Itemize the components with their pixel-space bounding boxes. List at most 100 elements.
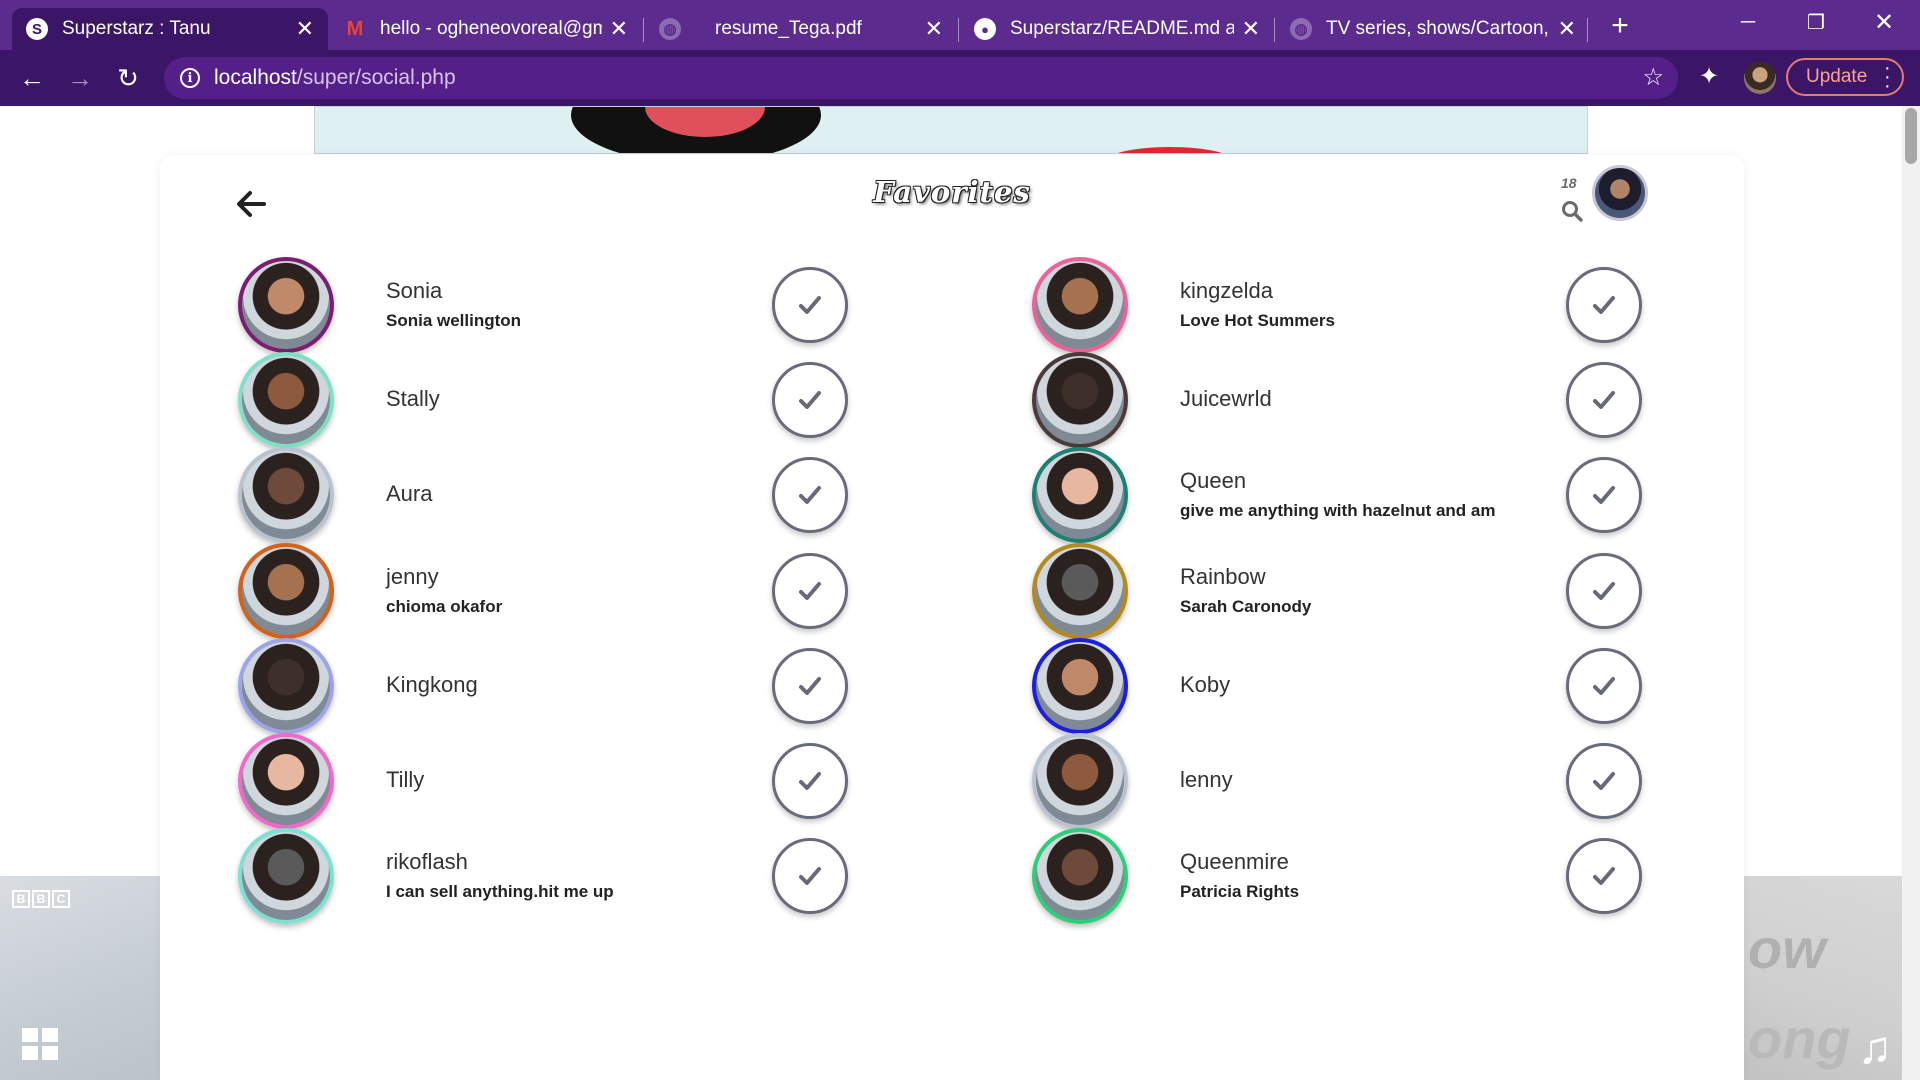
address-host: localhost <box>214 66 297 89</box>
tab-title: Superstarz : Tanu <box>62 18 211 39</box>
favorite-username[interactable]: Stally <box>386 386 440 412</box>
profile-avatar[interactable] <box>1032 257 1128 353</box>
favorite-names: rikoflash I can sell anything.hit me up <box>386 827 614 923</box>
favorite-toggle-button[interactable] <box>772 267 848 343</box>
profile-avatar[interactable] <box>1032 447 1128 543</box>
favorite-username[interactable]: jenny <box>386 564 502 590</box>
search-icon[interactable] <box>1560 199 1584 223</box>
checkmark-icon <box>1593 582 1615 600</box>
tab-gmail[interactable]: M hello - ogheneovoreal@gmail.com ✕ <box>330 8 642 50</box>
close-tab-icon[interactable]: ✕ <box>610 16 628 42</box>
tab-tv-series[interactable]: ◍ TV series, shows/Cartoon, Anime ✕ <box>1276 8 1590 50</box>
favorite-toggle-button[interactable] <box>772 838 848 914</box>
favorites-count: 18 <box>1561 175 1577 191</box>
profile-avatar[interactable] <box>1744 62 1776 94</box>
restore-button[interactable]: ❐ <box>1782 0 1850 44</box>
checkmark-icon <box>1593 677 1615 695</box>
new-tab-button[interactable]: + <box>1602 8 1638 44</box>
reload-button[interactable]: ↻ <box>110 60 146 96</box>
favorite-username[interactable]: Kingkong <box>386 672 478 698</box>
favorite-username[interactable]: Tilly <box>386 767 424 793</box>
favorite-toggle-button[interactable] <box>772 648 848 724</box>
tab-title: Superstarz/README.md at main <box>1010 18 1234 39</box>
update-label: Update <box>1806 66 1868 87</box>
tab-resume[interactable]: ◍ resume_Tega.pdf ✕ <box>645 8 957 50</box>
profile-avatar[interactable] <box>1032 733 1128 829</box>
minimize-button[interactable]: ─ <box>1714 0 1782 44</box>
profile-avatar[interactable] <box>1032 543 1128 639</box>
profile-avatar[interactable] <box>1032 638 1128 734</box>
favorite-toggle-button[interactable] <box>772 457 848 533</box>
favorite-toggle-button[interactable] <box>772 553 848 629</box>
tab-strip: S Superstarz : Tanu ✕ M hello - ogheneov… <box>0 0 1920 50</box>
checkmark-icon <box>799 486 821 504</box>
favorite-toggle-button[interactable] <box>1566 457 1642 533</box>
favorite-toggle-button[interactable] <box>1566 553 1642 629</box>
favorite-bio: give me anything with hazelnut and am <box>1180 500 1496 520</box>
globe-icon: ◍ <box>659 18 681 40</box>
browser-toolbar: ← → ↻ i localhost/super/social.php ☆ ✦ U… <box>0 50 1920 106</box>
close-tab-icon[interactable]: ✕ <box>1558 16 1576 42</box>
windows-grid-icon[interactable] <box>22 1028 58 1060</box>
favorite-username[interactable]: kingzelda <box>1180 278 1335 304</box>
favorite-names: Queen give me anything with hazelnut and … <box>1180 446 1496 542</box>
favorite-username[interactable]: Koby <box>1180 672 1230 698</box>
profile-avatar[interactable] <box>238 257 334 353</box>
page-scrollbar[interactable] <box>1902 106 1920 1080</box>
favorite-username[interactable]: Aura <box>386 481 432 507</box>
music-note-icon[interactable]: ♫ <box>1858 1020 1893 1074</box>
favorite-toggle-button[interactable] <box>772 743 848 819</box>
profile-avatar[interactable] <box>238 828 334 924</box>
tab-superstarz[interactable]: S Superstarz : Tanu ✕ <box>12 8 328 50</box>
favorite-username[interactable]: Juicewrld <box>1180 386 1272 412</box>
favorite-row: Juicewrld <box>954 351 1642 448</box>
scrollbar-thumb[interactable] <box>1905 108 1917 164</box>
favorite-username[interactable]: Rainbow <box>1180 564 1311 590</box>
favorite-row: lenny <box>954 732 1642 829</box>
favorite-username[interactable]: Queen <box>1180 468 1496 494</box>
profile-avatar[interactable] <box>238 638 334 734</box>
checkmark-icon <box>1593 486 1615 504</box>
extensions-puzzle-icon[interactable]: ✦ <box>1694 61 1724 91</box>
favorite-toggle-button[interactable] <box>1566 648 1642 724</box>
profile-avatar[interactable] <box>1032 352 1128 448</box>
tab-title: hello - ogheneovoreal@gmail.com <box>380 18 602 39</box>
favorite-bio: I can sell anything.hit me up <box>386 881 614 901</box>
bookmark-star-icon[interactable]: ☆ <box>1642 63 1664 92</box>
tab-title: resume_Tega.pdf <box>715 18 862 39</box>
profile-avatar[interactable] <box>238 733 334 829</box>
page-title: Favorites <box>873 175 1031 209</box>
favorite-toggle-button[interactable] <box>1566 838 1642 914</box>
favorite-toggle-button[interactable] <box>772 362 848 438</box>
favorite-username[interactable]: rikoflash <box>386 849 614 875</box>
favorite-username[interactable]: Sonia <box>386 278 521 304</box>
close-window-button[interactable]: ✕ <box>1850 0 1918 44</box>
menu-dots-icon[interactable]: · · · <box>1884 58 1891 96</box>
profile-avatar[interactable] <box>238 447 334 543</box>
close-tab-icon[interactable]: ✕ <box>925 16 943 42</box>
tab-github[interactable]: ● Superstarz/README.md at main ✕ <box>960 8 1274 50</box>
favorite-row: Koby <box>954 637 1642 734</box>
close-tab-icon[interactable]: ✕ <box>296 16 314 42</box>
favorite-username[interactable]: lenny <box>1180 767 1233 793</box>
address-text[interactable]: localhost/super/social.php <box>214 66 456 90</box>
favorite-toggle-button[interactable] <box>1566 267 1642 343</box>
update-button[interactable]: Update · · · <box>1786 58 1904 96</box>
favorite-row: Queen give me anything with hazelnut and … <box>954 446 1642 543</box>
favorite-toggle-button[interactable] <box>1566 743 1642 819</box>
profile-avatar[interactable] <box>238 352 334 448</box>
profile-avatar[interactable] <box>238 543 334 639</box>
site-info-icon[interactable]: i <box>180 68 200 88</box>
back-button[interactable]: ← <box>14 60 50 96</box>
address-bar[interactable]: i localhost/super/social.php ☆ <box>164 57 1678 99</box>
favorite-row: Kingkong <box>160 637 848 734</box>
profile-avatar[interactable] <box>1032 828 1128 924</box>
favorite-toggle-button[interactable] <box>1566 362 1642 438</box>
checkmark-icon <box>1593 867 1615 885</box>
checkmark-icon <box>1593 391 1615 409</box>
user-avatar[interactable] <box>1592 165 1648 221</box>
close-tab-icon[interactable]: ✕ <box>1242 16 1260 42</box>
favorite-names: Koby <box>1180 637 1230 733</box>
forward-button[interactable]: → <box>62 60 98 96</box>
favorite-username[interactable]: Queenmire <box>1180 849 1299 875</box>
